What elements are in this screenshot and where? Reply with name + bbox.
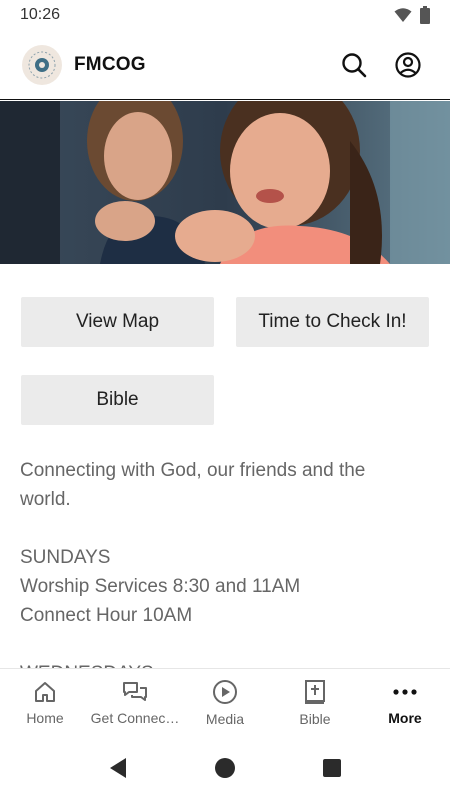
status-bar: 10:26: [0, 0, 450, 30]
app-header: FMCOG: [0, 30, 450, 100]
account-button[interactable]: [388, 45, 428, 85]
system-nav-bar: [0, 736, 450, 800]
chat-bubbles-icon: [123, 681, 147, 701]
nav-more[interactable]: More: [360, 669, 450, 736]
nav-label: Media: [205, 710, 245, 727]
intro-line: world.: [20, 489, 71, 510]
nav-label: More: [388, 709, 422, 726]
app-title: FMCOG: [74, 53, 146, 75]
wifi-icon: [394, 8, 412, 22]
home-circle-icon[interactable]: [214, 757, 236, 779]
nav-get-connected[interactable]: Get Connec…: [90, 669, 180, 736]
intro-line: Connecting with God, our friends and the: [20, 460, 366, 481]
view-map-button[interactable]: View Map: [21, 297, 214, 347]
nav-label: Bible: [299, 710, 331, 727]
nav-bible[interactable]: Bible: [270, 669, 360, 736]
search-icon: [342, 52, 367, 77]
bible-icon: [305, 679, 325, 704]
search-button[interactable]: [334, 45, 374, 85]
intro-paragraph: Connecting with God, our friends and the…: [20, 456, 420, 514]
account-circle-icon: [395, 51, 421, 78]
sundays-connect: Connect Hour 10AM: [20, 605, 193, 626]
sundays-worship: Worship Services 8:30 and 11AM: [20, 576, 301, 597]
bottom-nav: Home Get Connec… Media Bible More: [0, 668, 450, 736]
back-icon[interactable]: [108, 757, 128, 779]
play-circle-icon: [213, 679, 237, 704]
recents-icon[interactable]: [322, 758, 342, 778]
sundays-section: SUNDAYS Worship Services 8:30 and 11AM C…: [20, 543, 420, 630]
nav-label: Get Connec…: [90, 709, 180, 726]
more-dots-icon: [393, 688, 417, 695]
home-icon: [35, 681, 55, 702]
nav-media[interactable]: Media: [180, 669, 270, 736]
wednesdays-heading: WEDNESDAYS: [20, 659, 420, 668]
content-text: Connecting with God, our friends and the…: [20, 456, 420, 668]
check-in-button[interactable]: Time to Check In!: [236, 297, 429, 347]
content-scroll-area[interactable]: Connecting with God, our friends and the…: [0, 440, 450, 668]
hero-image: [0, 101, 450, 264]
nav-label: Home: [26, 709, 64, 726]
status-icons: [394, 6, 430, 24]
bible-button[interactable]: Bible: [21, 375, 214, 425]
battery-icon: [420, 6, 430, 24]
church-logo[interactable]: [22, 44, 62, 85]
sundays-heading: SUNDAYS: [20, 547, 111, 568]
status-time: 10:26: [20, 6, 61, 23]
wednesdays-section: WEDNESDAYS: [20, 659, 420, 668]
hero-photo-illustration: [0, 101, 450, 264]
logo-emblem-icon: [28, 51, 56, 78]
nav-home[interactable]: Home: [0, 669, 90, 736]
